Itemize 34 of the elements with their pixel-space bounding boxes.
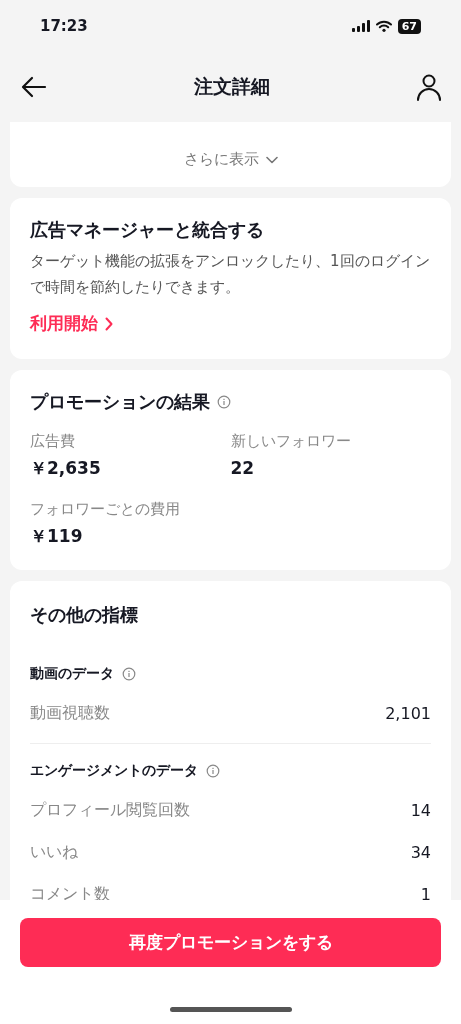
metric-value: ￥119 xyxy=(30,525,84,548)
status-time: 17:23 xyxy=(40,17,88,35)
info-icon[interactable] xyxy=(217,395,231,409)
profile-icon[interactable] xyxy=(415,73,443,101)
metric-label: 動画視聴数 xyxy=(30,702,110,724)
card-description: ターゲット機能の拡張をアンロックしたり、1回のログインで時間を節約したりできます。 xyxy=(30,251,431,298)
info-icon[interactable] xyxy=(122,667,136,681)
promote-again-button[interactable]: 再度プロモーションをする xyxy=(20,918,441,967)
metric-label: 新しいフォロワー xyxy=(230,431,352,452)
start-link[interactable]: 利用開始 xyxy=(30,312,113,335)
metric-value: 34 xyxy=(410,842,431,862)
metric-value: 14 xyxy=(410,800,431,820)
metric-label: 広告費 xyxy=(30,431,76,452)
metric-value: 1 xyxy=(420,884,431,900)
chevron-right-icon xyxy=(105,316,113,331)
info-icon[interactable] xyxy=(206,764,220,778)
card-title: プロモーションの結果 xyxy=(30,390,210,414)
signal-icon xyxy=(351,20,370,32)
card-title: その他の指標 xyxy=(30,603,139,627)
metric-label: いいね xyxy=(30,841,78,863)
metric-value: 2,101 xyxy=(385,703,431,723)
metric-value: ￥2,635 xyxy=(30,457,102,480)
card-title: 広告マネージャーと統合する xyxy=(30,218,265,242)
wifi-icon xyxy=(375,20,392,32)
metric-label: コメント数 xyxy=(30,883,110,900)
chevron-down-icon xyxy=(265,155,278,164)
show-more-link[interactable]: さらに表示 xyxy=(30,150,431,169)
metric-label: プロフィール閲覧回数 xyxy=(30,799,190,821)
battery-icon: 67 xyxy=(397,18,421,34)
metric-label: フォロワーごとの費用 xyxy=(30,499,181,520)
page-title: 注文詳細 xyxy=(193,74,270,99)
metric-value: 22 xyxy=(230,457,256,480)
section-heading: エンゲージメントのデータ xyxy=(30,762,198,780)
section-heading: 動画のデータ xyxy=(30,665,114,683)
